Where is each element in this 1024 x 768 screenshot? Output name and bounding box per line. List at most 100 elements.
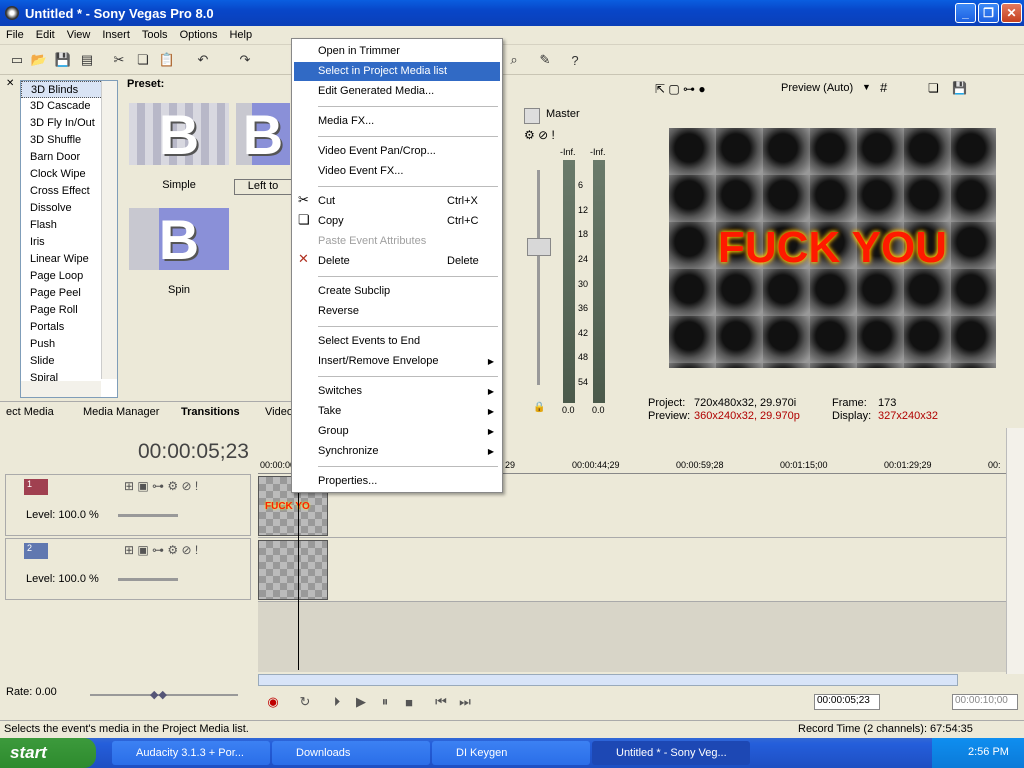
close-button[interactable]: ✕	[1001, 3, 1022, 23]
video-track-1-header[interactable]: 1 ⊞ ▣ ⊶ ⚙ ⊘ ! Level: 100.0 %	[5, 474, 251, 536]
submenu-arrow-icon: ▶	[487, 407, 494, 416]
help-pointer-icon[interactable]: ?	[566, 51, 584, 69]
menu-item-paste-event-attributes[interactable]: Paste Event Attributes	[294, 232, 500, 251]
main-toolbar: ▭ 📂 💾 ▤ ✂ ❏ 📋 ↶ ↷ ⌕ ✎ ?	[0, 45, 1024, 75]
video-track-2-header[interactable]: 2 ⊞ ▣ ⊶ ⚙ ⊘ ! Level: 100.0 %	[5, 538, 251, 600]
menu-item-open-in-trimmer[interactable]: Open in Trimmer	[294, 42, 500, 61]
track-controls-icons[interactable]: ⊞ ▣ ⊶ ⚙ ⊘ !	[124, 543, 198, 557]
menu-item-video-event-fx[interactable]: Video Event FX...	[294, 162, 500, 181]
taskbar-item-keygen[interactable]: DI Keygen	[432, 741, 590, 765]
undo-icon[interactable]: ↶	[194, 51, 212, 69]
volume-fader-handle[interactable]	[527, 238, 551, 256]
save-icon[interactable]: 💾	[54, 51, 72, 69]
cut-icon[interactable]: ✂	[110, 51, 128, 69]
menu-item-select-in-project-media[interactable]: Select in Project Media list	[294, 62, 500, 81]
preset-thumbnail: B	[129, 103, 229, 166]
submenu-arrow-icon: ▶	[487, 387, 494, 396]
save-snapshot-icon[interactable]: 💾	[952, 81, 967, 95]
stop-icon[interactable]: ■	[400, 693, 418, 711]
preview-toolbar-icons[interactable]: ⇱ ▢ ⊶ ●	[655, 82, 706, 96]
fx-gear-icon[interactable]: ⚙ ⊘ !	[524, 128, 555, 142]
restore-button[interactable]: ❐	[978, 3, 999, 23]
menu-item-delete[interactable]: Delete Delete	[294, 252, 500, 271]
taskbar-item-downloads[interactable]: Downloads	[272, 741, 430, 765]
lock-icon[interactable]: 🔒	[533, 402, 545, 413]
menu-file[interactable]: File	[0, 29, 30, 41]
level-slider[interactable]	[118, 578, 178, 581]
preview-quality-dropdown[interactable]: Preview (Auto)	[781, 82, 853, 94]
system-tray: 2:56 PM	[932, 738, 1024, 768]
menu-view[interactable]: View	[61, 29, 97, 41]
preset-left-to[interactable]: B Left to	[234, 100, 292, 198]
menu-item-reverse[interactable]: Reverse	[294, 302, 500, 321]
preset-thumbnail: B	[129, 208, 229, 271]
transition-list-hscroll[interactable]	[21, 381, 101, 397]
menu-item-media-fx[interactable]: Media FX...	[294, 112, 500, 131]
menu-item-select-events-to-end[interactable]: Select Events to End	[294, 332, 500, 351]
new-file-icon[interactable]: ▭	[8, 51, 26, 69]
record-icon[interactable]: ◉	[264, 693, 282, 711]
clock[interactable]: 2:56 PM	[968, 746, 1009, 758]
video-event-clip-2[interactable]	[258, 540, 328, 600]
menu-item-switches[interactable]: Switches ▶	[294, 382, 500, 401]
preset-label: Preset:	[127, 78, 165, 90]
taskbar-item-audacity[interactable]: Audacity 3.1.3 + Por...	[112, 741, 270, 765]
video-frame: FUCK YOU	[669, 128, 996, 368]
paste-icon[interactable]: 📋	[158, 51, 176, 69]
minimize-button[interactable]: _	[955, 3, 976, 23]
menu-insert[interactable]: Insert	[96, 29, 136, 41]
taskbar-item-vegas[interactable]: Untitled * - Sony Veg...	[592, 741, 750, 765]
pause-icon[interactable]: ⏸	[376, 693, 394, 711]
menu-item-edit-generated-media[interactable]: Edit Generated Media...	[294, 82, 500, 101]
selection-length-field[interactable]: 00:00:10;00	[952, 694, 1018, 710]
preview-value: 360x240x32, 29.970p	[694, 410, 800, 422]
preset-spin[interactable]: B Spin	[126, 205, 232, 303]
menu-edit[interactable]: Edit	[30, 29, 61, 41]
copy-snapshot-icon[interactable]: ❏	[928, 81, 939, 95]
loop-icon[interactable]: ↻	[296, 693, 314, 711]
tab-project-media[interactable]: ect Media	[6, 404, 54, 421]
zoom-icon[interactable]: ⌕	[505, 51, 523, 69]
transition-list-scrollbar[interactable]	[101, 81, 117, 379]
track-controls-icons[interactable]: ⊞ ▣ ⊶ ⚙ ⊘ !	[124, 479, 198, 493]
go-to-end-icon[interactable]: ⏭	[456, 693, 474, 711]
properties-icon[interactable]: ▤	[78, 51, 96, 69]
tab-transitions[interactable]: Transitions	[181, 404, 240, 421]
pen-tool-icon[interactable]: ✎	[536, 51, 554, 69]
close-panel-icon[interactable]: ✕	[6, 78, 14, 89]
frame-label: Frame:	[832, 397, 867, 409]
level-slider[interactable]	[118, 514, 178, 517]
menu-options[interactable]: Options	[174, 29, 224, 41]
chevron-down-icon[interactable]: ▼	[862, 82, 871, 92]
meter-scale-tick: 18	[578, 229, 589, 239]
tab-media-manager[interactable]: Media Manager	[83, 404, 159, 421]
start-button[interactable]: start	[0, 738, 96, 768]
play-icon[interactable]: ▶	[352, 693, 370, 711]
menu-help[interactable]: Help	[223, 29, 258, 41]
menu-item-cut[interactable]: Cut Ctrl+X	[294, 192, 500, 211]
copy-icon[interactable]: ❏	[134, 51, 152, 69]
master-icon[interactable]	[524, 108, 540, 124]
play-from-start-icon[interactable]: ⏵	[328, 693, 346, 711]
menu-item-group[interactable]: Group ▶	[294, 422, 500, 441]
menu-item-take[interactable]: Take ▶	[294, 402, 500, 421]
menu-item-copy[interactable]: Copy Ctrl+C	[294, 212, 500, 231]
menu-tools[interactable]: Tools	[136, 29, 174, 41]
menu-item-create-subclip[interactable]: Create Subclip	[294, 282, 500, 301]
redo-icon[interactable]: ↷	[236, 51, 254, 69]
menu-item-insert-remove-envelope[interactable]: Insert/Remove Envelope ▶	[294, 352, 500, 371]
rate-handle-icon[interactable]: ◆◆	[150, 688, 167, 701]
go-to-start-icon[interactable]: ⏮	[432, 693, 450, 711]
menu-item-synchronize[interactable]: Synchronize ▶	[294, 442, 500, 461]
status-bar: Selects the event's media in the Project…	[0, 720, 1024, 738]
preset-simple[interactable]: B Simple	[126, 100, 232, 198]
menu-item-pan-crop[interactable]: Video Event Pan/Crop...	[294, 142, 500, 161]
menu-item-properties[interactable]: Properties...	[294, 472, 500, 491]
tab-video-fx[interactable]: Video	[265, 404, 293, 421]
timeline-vscrollbar[interactable]	[1006, 428, 1024, 674]
cursor-time-field[interactable]: 00:00:05;23	[814, 694, 880, 710]
timeline-hscrollbar[interactable]	[258, 674, 958, 686]
open-folder-icon[interactable]: 📂	[30, 51, 48, 69]
grid-overlay-icon[interactable]: #	[880, 80, 887, 95]
submenu-arrow-icon: ▶	[487, 447, 494, 456]
